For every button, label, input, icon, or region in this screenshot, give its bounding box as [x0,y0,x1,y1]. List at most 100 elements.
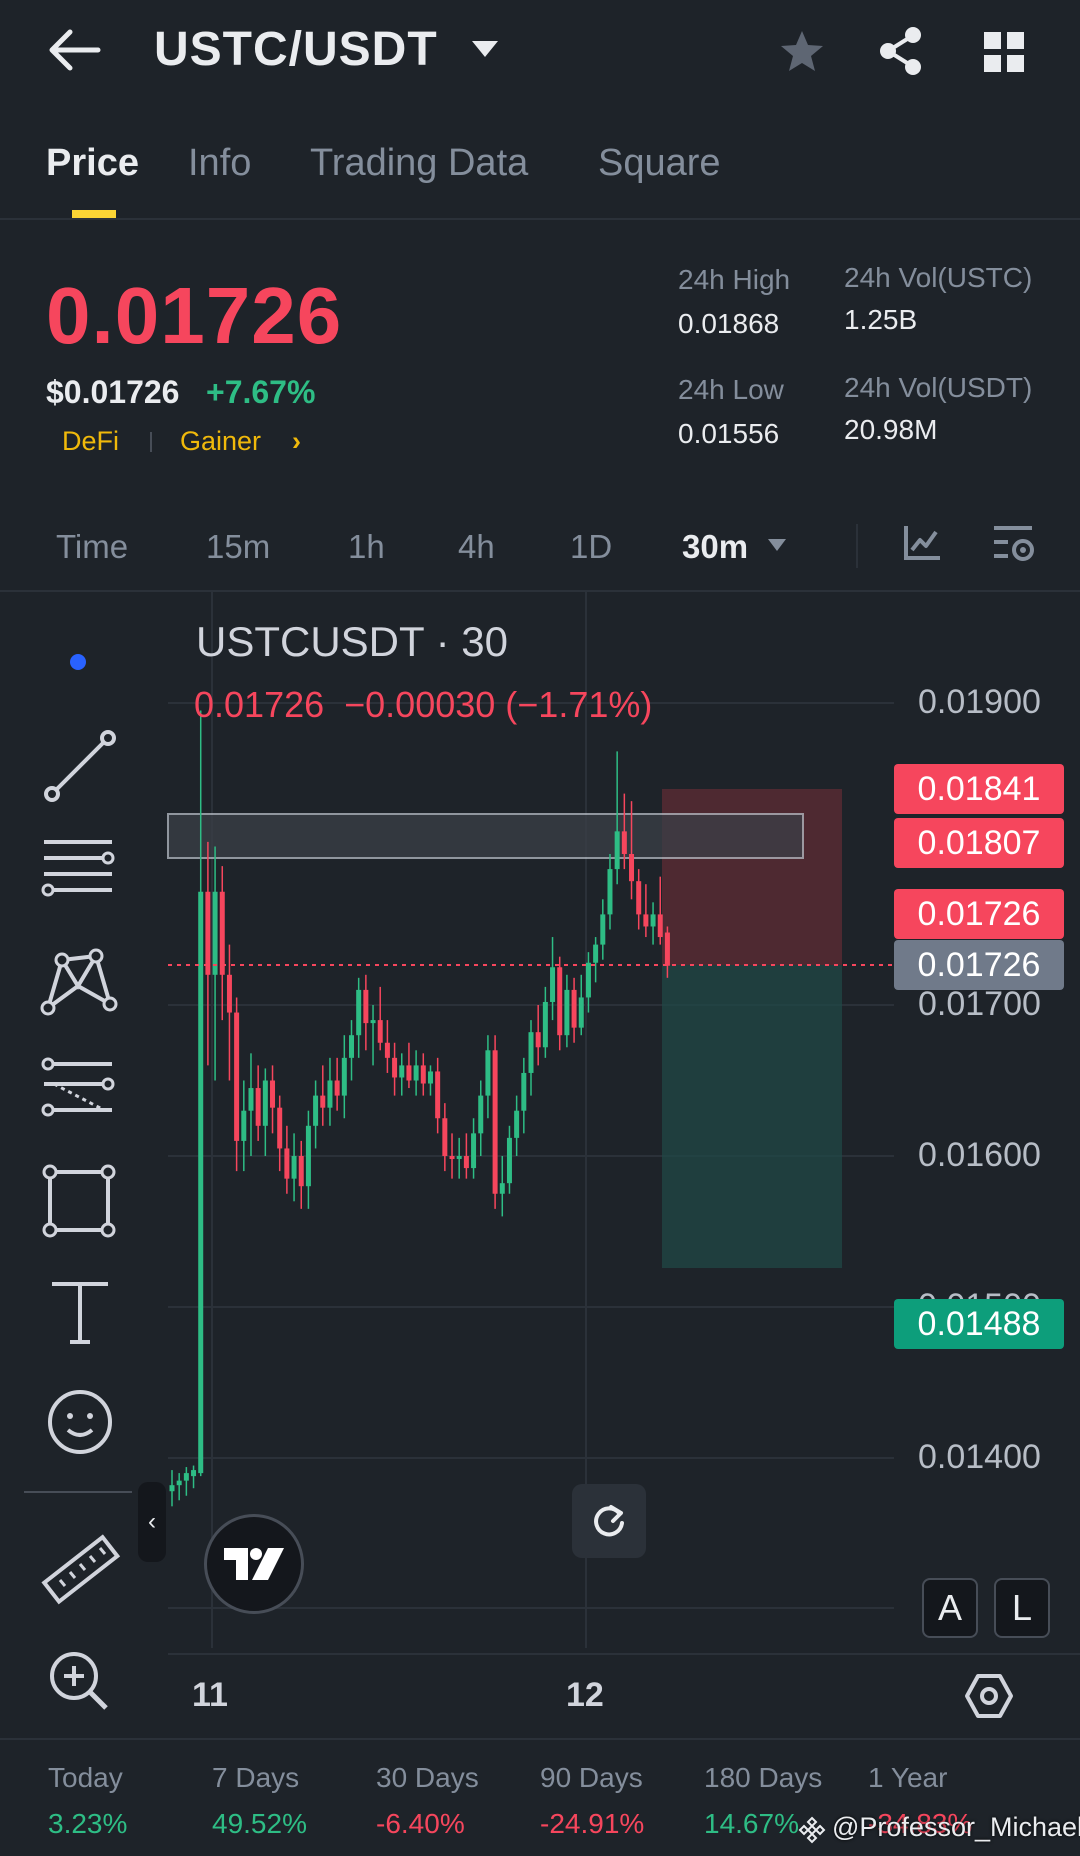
candle-body [657,914,663,938]
perf-label: Today [48,1762,123,1793]
perf-label: 30 Days [376,1762,479,1793]
candle-body [571,989,577,1028]
interval-time[interactable]: Time [56,528,128,566]
reset-icon [594,1505,624,1537]
candle-body [442,1118,448,1156]
candle [463,1133,469,1179]
candle [521,1057,527,1134]
interval-1d[interactable]: 1D [570,528,612,566]
candle-body [270,1080,276,1108]
candle-body [521,1072,527,1111]
cursor-dot-icon[interactable] [68,652,88,672]
candle-body [284,1148,290,1179]
price-tag-entry: 0.01726 [894,889,1064,939]
candle [255,1065,261,1141]
pair-title[interactable]: USTC/USDT [154,22,438,77]
candle-body [291,1156,297,1179]
candle-body [234,1012,240,1141]
candle-body [528,1032,534,1073]
axis-label: 0.01400 [918,1438,1041,1476]
axis-label: 0.01600 [918,1136,1041,1174]
perf-value: 14.67% [704,1808,799,1839]
pattern-tool-icon[interactable] [38,942,122,1026]
resistance-box [167,813,804,859]
candle-body [169,1485,175,1492]
tab-info[interactable]: Info [188,142,251,185]
candle-body [550,967,556,1002]
price-tag-target: 0.01488 [894,1299,1064,1349]
candle [248,1053,254,1156]
candle [542,986,548,1058]
candle [413,1050,419,1096]
interval-15m[interactable]: 15m [206,528,270,566]
star-icon[interactable] [778,28,826,76]
interval-30m[interactable]: 30m [682,528,748,566]
reset-chart-button[interactable] [572,1484,646,1558]
back-arrow-icon[interactable] [48,28,104,72]
take-profit-zone [662,965,842,1268]
candle-body [499,1183,505,1194]
auto-scale-button[interactable]: A [922,1578,978,1638]
caret-down-icon[interactable] [766,537,788,553]
price-usd: $0.01726 [46,374,180,410]
tab-square[interactable]: Square [598,142,721,185]
chart-settings-icon[interactable] [990,522,1036,566]
tradingview-logo-icon [224,1548,284,1580]
tag-gainer[interactable]: Gainer [180,426,261,457]
candle-body [262,1080,268,1126]
candle [456,1137,462,1179]
candle [578,974,584,1036]
candle [284,1125,290,1194]
chevron-right-icon[interactable]: › [292,426,301,457]
candle [399,1053,405,1096]
candle-body [514,1110,520,1138]
candle [478,1080,484,1156]
indicator-icon[interactable] [902,522,942,562]
caret-down-icon[interactable] [470,38,500,60]
price-tag-level: 0.01807 [894,818,1064,868]
candle-body [449,1156,455,1160]
log-scale-button[interactable]: L [994,1578,1050,1638]
share-icon[interactable] [876,26,924,76]
tab-trading-data[interactable]: Trading Data [310,142,528,185]
zoom-in-icon[interactable] [38,1640,122,1724]
price-change-percent: +7.67% [206,374,316,410]
rectangle-tool-icon[interactable] [38,1160,122,1244]
candle-body [334,1080,340,1096]
horizontal-lines-icon[interactable] [38,832,122,916]
candle-body [478,1095,484,1134]
chart-symbol-title: USTCUSDT · 30 [196,618,508,665]
ruler-icon[interactable] [38,1528,122,1612]
candle [657,876,663,945]
emoji-icon[interactable] [38,1380,122,1464]
candle [384,1020,390,1073]
fib-retracement-icon[interactable] [38,1050,122,1134]
candle [636,869,642,930]
candle [219,866,225,1021]
candle-body [313,1095,319,1126]
interval-1h[interactable]: 1h [348,528,385,566]
candle-body [542,1001,548,1048]
candle-body [248,1088,254,1111]
candle [305,1110,311,1209]
candle-body [176,1480,182,1486]
candle-body [205,891,211,975]
price-tag-last: 0.01726 [894,940,1064,990]
text-tool-icon[interactable] [38,1270,122,1354]
tradingview-logo[interactable] [204,1514,304,1614]
chart-ohlc-readout: 0.01726 −0.00030 (−1.71%) [194,684,653,725]
trend-line-icon[interactable] [38,724,122,808]
last-price: 0.01726 [46,271,343,360]
grid-icon[interactable] [982,30,1026,74]
tag-defi[interactable]: DeFi [62,426,119,457]
collapse-toolbar-button[interactable]: ‹ [138,1482,166,1562]
candle [356,977,362,1058]
tab-price[interactable]: Price [46,142,139,185]
candle [370,1005,376,1066]
candle [427,1065,433,1096]
perf-value: 49.52% [212,1808,307,1839]
interval-4h[interactable]: 4h [458,528,495,566]
candle [298,1140,304,1209]
hexagon-settings-icon[interactable] [964,1672,1014,1720]
candle [363,974,369,1051]
